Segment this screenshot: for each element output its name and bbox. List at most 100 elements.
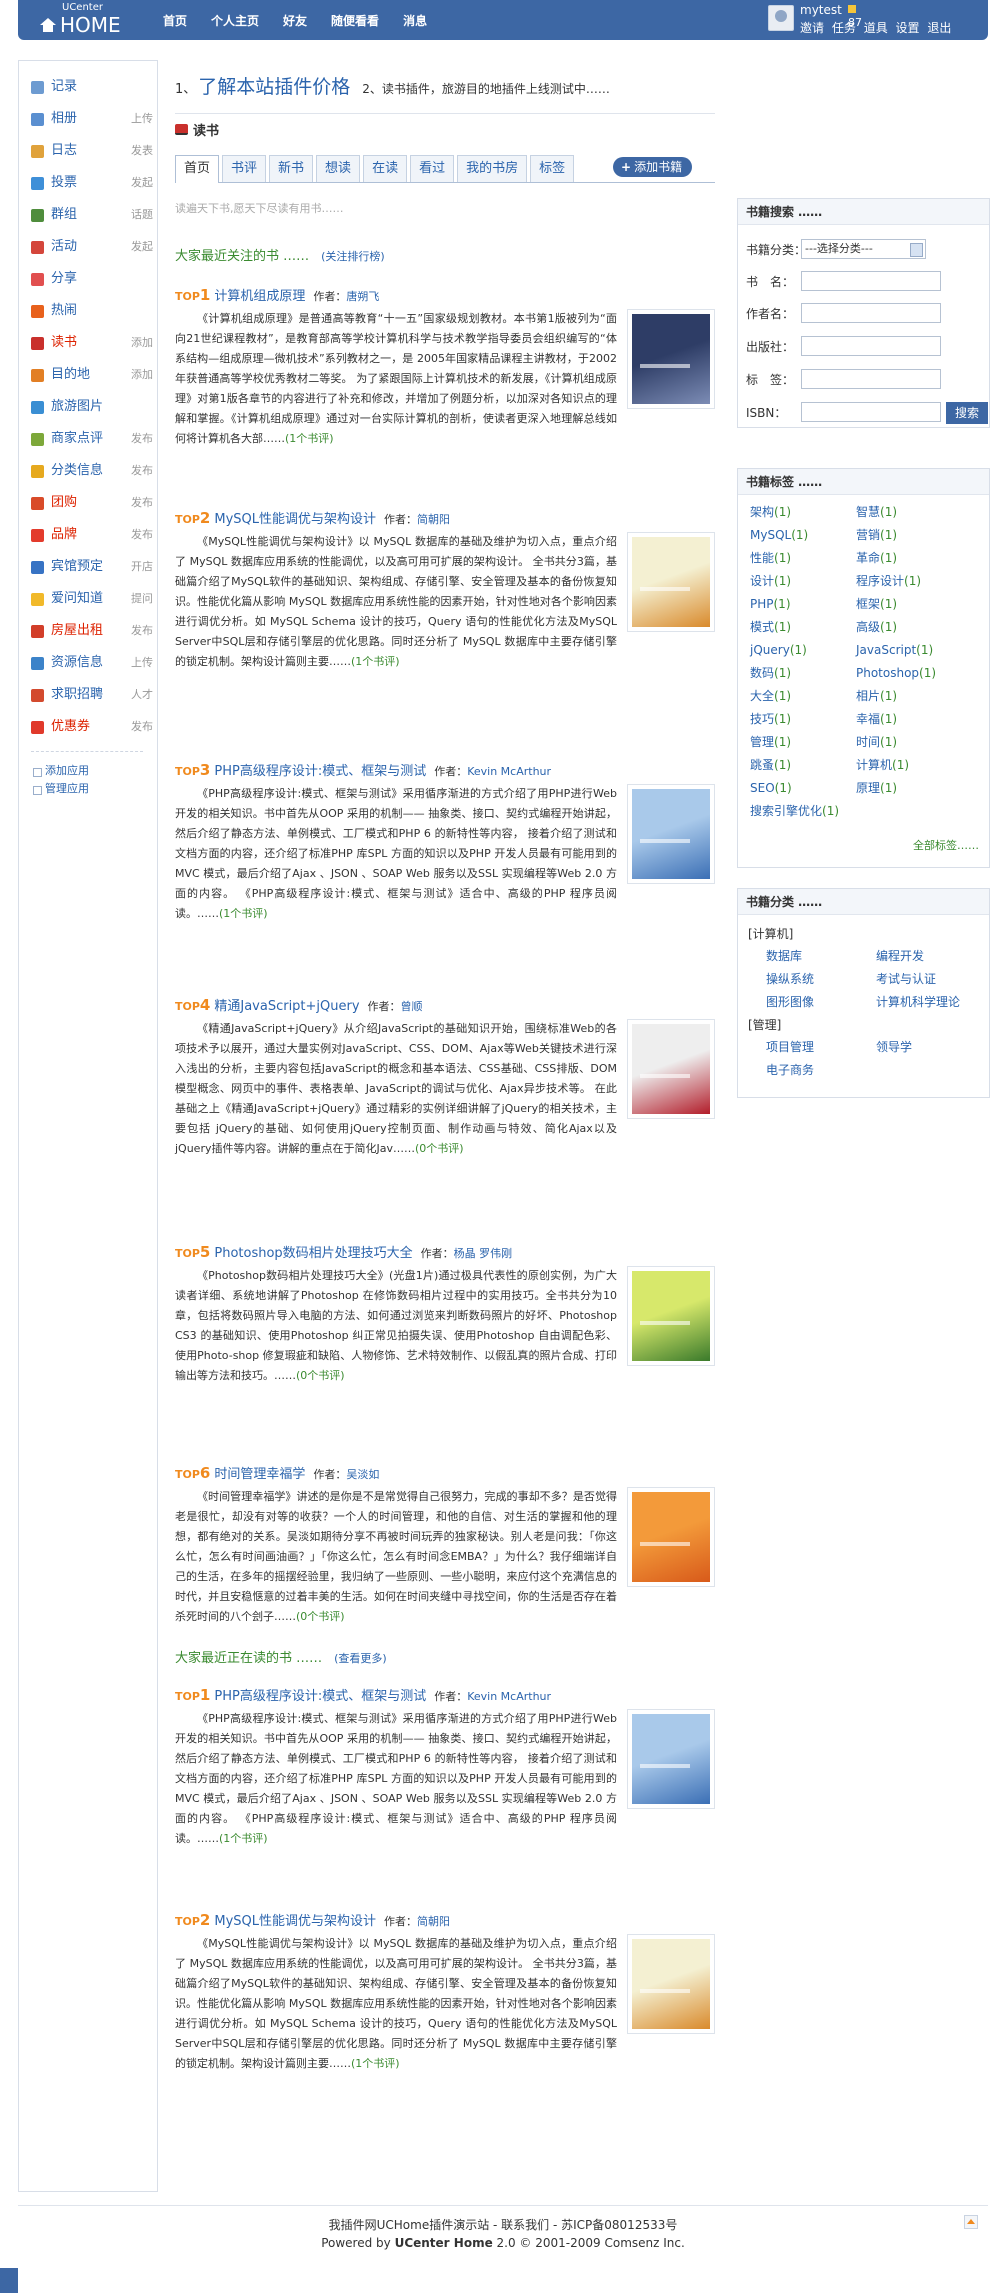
tag-input[interactable] bbox=[801, 369, 941, 389]
popular-ranking-link[interactable]: (关注排行榜) bbox=[321, 250, 385, 263]
promo-second[interactable]: 2、读书插件，旅游目的地插件上线测试中…… bbox=[362, 82, 610, 96]
comment-count-link[interactable]: (1个书评) bbox=[351, 2057, 400, 2070]
sidebar-app-label[interactable]: 读书 bbox=[51, 327, 77, 359]
nav-item[interactable]: 个人主页 bbox=[211, 12, 259, 29]
tag-link[interactable]: SEO(1) bbox=[750, 777, 792, 799]
tab-item[interactable]: 在读 bbox=[363, 155, 408, 182]
book-title-link[interactable]: 计算机组成原理 bbox=[214, 289, 305, 304]
tag-link[interactable]: 大全(1) bbox=[750, 685, 791, 707]
tab-item[interactable]: 看过 bbox=[410, 155, 455, 182]
sidebar-app-label[interactable]: 团购 bbox=[51, 487, 77, 519]
sidebar-app-item[interactable]: 爱问知道 提问 bbox=[31, 583, 157, 615]
book-title-link[interactable]: MySQL性能调优与架构设计 bbox=[214, 512, 376, 527]
book-title-link[interactable]: PHP高级程序设计:模式、框架与测试 bbox=[214, 1689, 426, 1704]
sidebar-app-label[interactable]: 求职招聘 bbox=[51, 679, 103, 711]
tag-link[interactable]: 幸福(1) bbox=[856, 708, 897, 730]
avatar[interactable] bbox=[768, 5, 794, 31]
tag-link[interactable]: 数码(1) bbox=[750, 662, 791, 684]
sidebar-app-item[interactable]: 目的地 添加 bbox=[31, 359, 157, 391]
category-link[interactable]: 项目管理 bbox=[766, 1038, 814, 1055]
tag-link[interactable]: 模式(1) bbox=[750, 616, 791, 638]
comment-count-link[interactable]: (0个书评) bbox=[296, 1369, 345, 1382]
tag-link[interactable]: 设计(1) bbox=[750, 570, 791, 592]
tag-link[interactable]: 搜索引擎优化(1) bbox=[750, 800, 839, 822]
title-input[interactable] bbox=[801, 271, 941, 291]
book-cover[interactable] bbox=[627, 1266, 715, 1366]
nav-item[interactable]: 首页 bbox=[163, 12, 187, 29]
sidebar-app-action[interactable]: 添加 bbox=[131, 327, 153, 359]
tag-link[interactable]: 智慧(1) bbox=[856, 501, 897, 523]
tag-link[interactable]: JavaScript(1) bbox=[856, 639, 933, 661]
sidebar-app-label[interactable]: 品牌 bbox=[51, 519, 77, 551]
search-button[interactable]: 搜索 bbox=[946, 402, 988, 424]
book-cover[interactable] bbox=[627, 1709, 715, 1809]
sidebar-app-item[interactable]: 记录 bbox=[31, 71, 157, 103]
sidebar-app-label[interactable]: 热闹 bbox=[51, 295, 77, 327]
sidebar-app-label[interactable]: 目的地 bbox=[51, 359, 90, 391]
sidebar-app-action[interactable]: 发布 bbox=[131, 519, 153, 551]
tab-item[interactable]: 书评 bbox=[222, 155, 267, 182]
tag-link[interactable]: 相片(1) bbox=[856, 685, 897, 707]
comment-count-link[interactable]: (1个书评) bbox=[219, 1832, 268, 1845]
sidebar-app-action[interactable]: 上传 bbox=[131, 647, 153, 679]
sidebar-app-item[interactable]: 品牌 发布 bbox=[31, 519, 157, 551]
user-link-settings[interactable]: 设置 bbox=[896, 21, 920, 35]
sidebar-app-item[interactable]: 日志 发表 bbox=[31, 135, 157, 167]
add-book-button[interactable]: 添加书籍 bbox=[613, 157, 693, 177]
author-link[interactable]: Kevin McArthur bbox=[467, 765, 551, 778]
sidebar-app-action[interactable]: 发表 bbox=[131, 135, 153, 167]
tag-link[interactable]: 性能(1) bbox=[750, 547, 791, 569]
tab-item[interactable]: 标签 bbox=[530, 155, 575, 182]
category-link[interactable]: 图形图像 bbox=[766, 993, 814, 1010]
tag-link[interactable]: 计算机(1) bbox=[856, 754, 909, 776]
manage-app-link[interactable]: 管理应用 bbox=[31, 780, 143, 798]
sidebar-app-label[interactable]: 分类信息 bbox=[51, 455, 103, 487]
sidebar-app-label[interactable]: 爱问知道 bbox=[51, 583, 103, 615]
tag-link[interactable]: 程序设计(1) bbox=[856, 570, 921, 592]
comment-count-link[interactable]: (0个书评) bbox=[415, 1142, 464, 1155]
user-link-task[interactable]: 任务 bbox=[832, 21, 856, 35]
sidebar-app-item[interactable]: 资源信息 上传 bbox=[31, 647, 157, 679]
sidebar-app-item[interactable]: 宾馆预定 开店 bbox=[31, 551, 157, 583]
sidebar-app-action[interactable]: 发起 bbox=[131, 167, 153, 199]
sidebar-app-item[interactable]: 团购 发布 bbox=[31, 487, 157, 519]
tag-link[interactable]: PHP(1) bbox=[750, 593, 791, 615]
tag-link[interactable]: MySQL(1) bbox=[750, 524, 808, 546]
username[interactable]: mytest bbox=[800, 3, 842, 17]
author-link[interactable]: Kevin McArthur bbox=[467, 1690, 551, 1703]
sidebar-app-action[interactable]: 发布 bbox=[131, 711, 153, 743]
sidebar-app-item[interactable]: 活动 发起 bbox=[31, 231, 157, 263]
publisher-input[interactable] bbox=[801, 336, 941, 356]
sidebar-app-item[interactable]: 房屋出租 发布 bbox=[31, 615, 157, 647]
comment-count-link[interactable]: (1个书评) bbox=[285, 432, 334, 445]
tag-link[interactable]: 革命(1) bbox=[856, 547, 897, 569]
footer-links[interactable]: 我插件网UCHome插件演示站 - 联系我们 - 苏ICP备08012533号 bbox=[18, 2216, 988, 2234]
category-select[interactable]: ---选择分类--- bbox=[801, 239, 926, 259]
category-link[interactable]: 编程开发 bbox=[876, 947, 924, 964]
sidebar-app-item[interactable]: 优惠券 发布 bbox=[31, 711, 157, 743]
author-link[interactable]: 吴淡如 bbox=[346, 1468, 379, 1481]
book-cover[interactable] bbox=[627, 309, 715, 409]
tag-link[interactable]: 时间(1) bbox=[856, 731, 897, 753]
book-title-link[interactable]: 精通JavaScript+jQuery bbox=[214, 999, 359, 1014]
tag-link[interactable]: 管理(1) bbox=[750, 731, 791, 753]
sidebar-app-action[interactable]: 发布 bbox=[131, 487, 153, 519]
book-title-link[interactable]: PHP高级程序设计:模式、框架与测试 bbox=[214, 764, 426, 779]
tag-link[interactable]: Photoshop(1) bbox=[856, 662, 936, 684]
sidebar-app-action[interactable]: 人才 bbox=[131, 679, 153, 711]
view-more-link[interactable]: (查看更多) bbox=[334, 1652, 387, 1665]
tab-item[interactable]: 新书 bbox=[269, 155, 314, 182]
sidebar-app-label[interactable]: 日志 bbox=[51, 135, 77, 167]
sidebar-app-action[interactable]: 开店 bbox=[131, 551, 153, 583]
category-link[interactable]: 考试与认证 bbox=[876, 970, 936, 987]
sidebar-app-item[interactable]: 热闹 bbox=[31, 295, 157, 327]
book-cover[interactable] bbox=[627, 1019, 715, 1119]
sidebar-app-label[interactable]: 群组 bbox=[51, 199, 77, 231]
sidebar-app-item[interactable]: 商家点评 发布 bbox=[31, 423, 157, 455]
sidebar-app-action[interactable]: 发布 bbox=[131, 615, 153, 647]
author-link[interactable]: 杨晶 罗伟刚 bbox=[454, 1247, 513, 1260]
category-link[interactable]: 领导学 bbox=[876, 1038, 912, 1055]
sidebar-app-label[interactable]: 商家点评 bbox=[51, 423, 103, 455]
sidebar-app-action[interactable]: 发起 bbox=[131, 231, 153, 263]
back-to-top-icon[interactable] bbox=[964, 2215, 978, 2229]
